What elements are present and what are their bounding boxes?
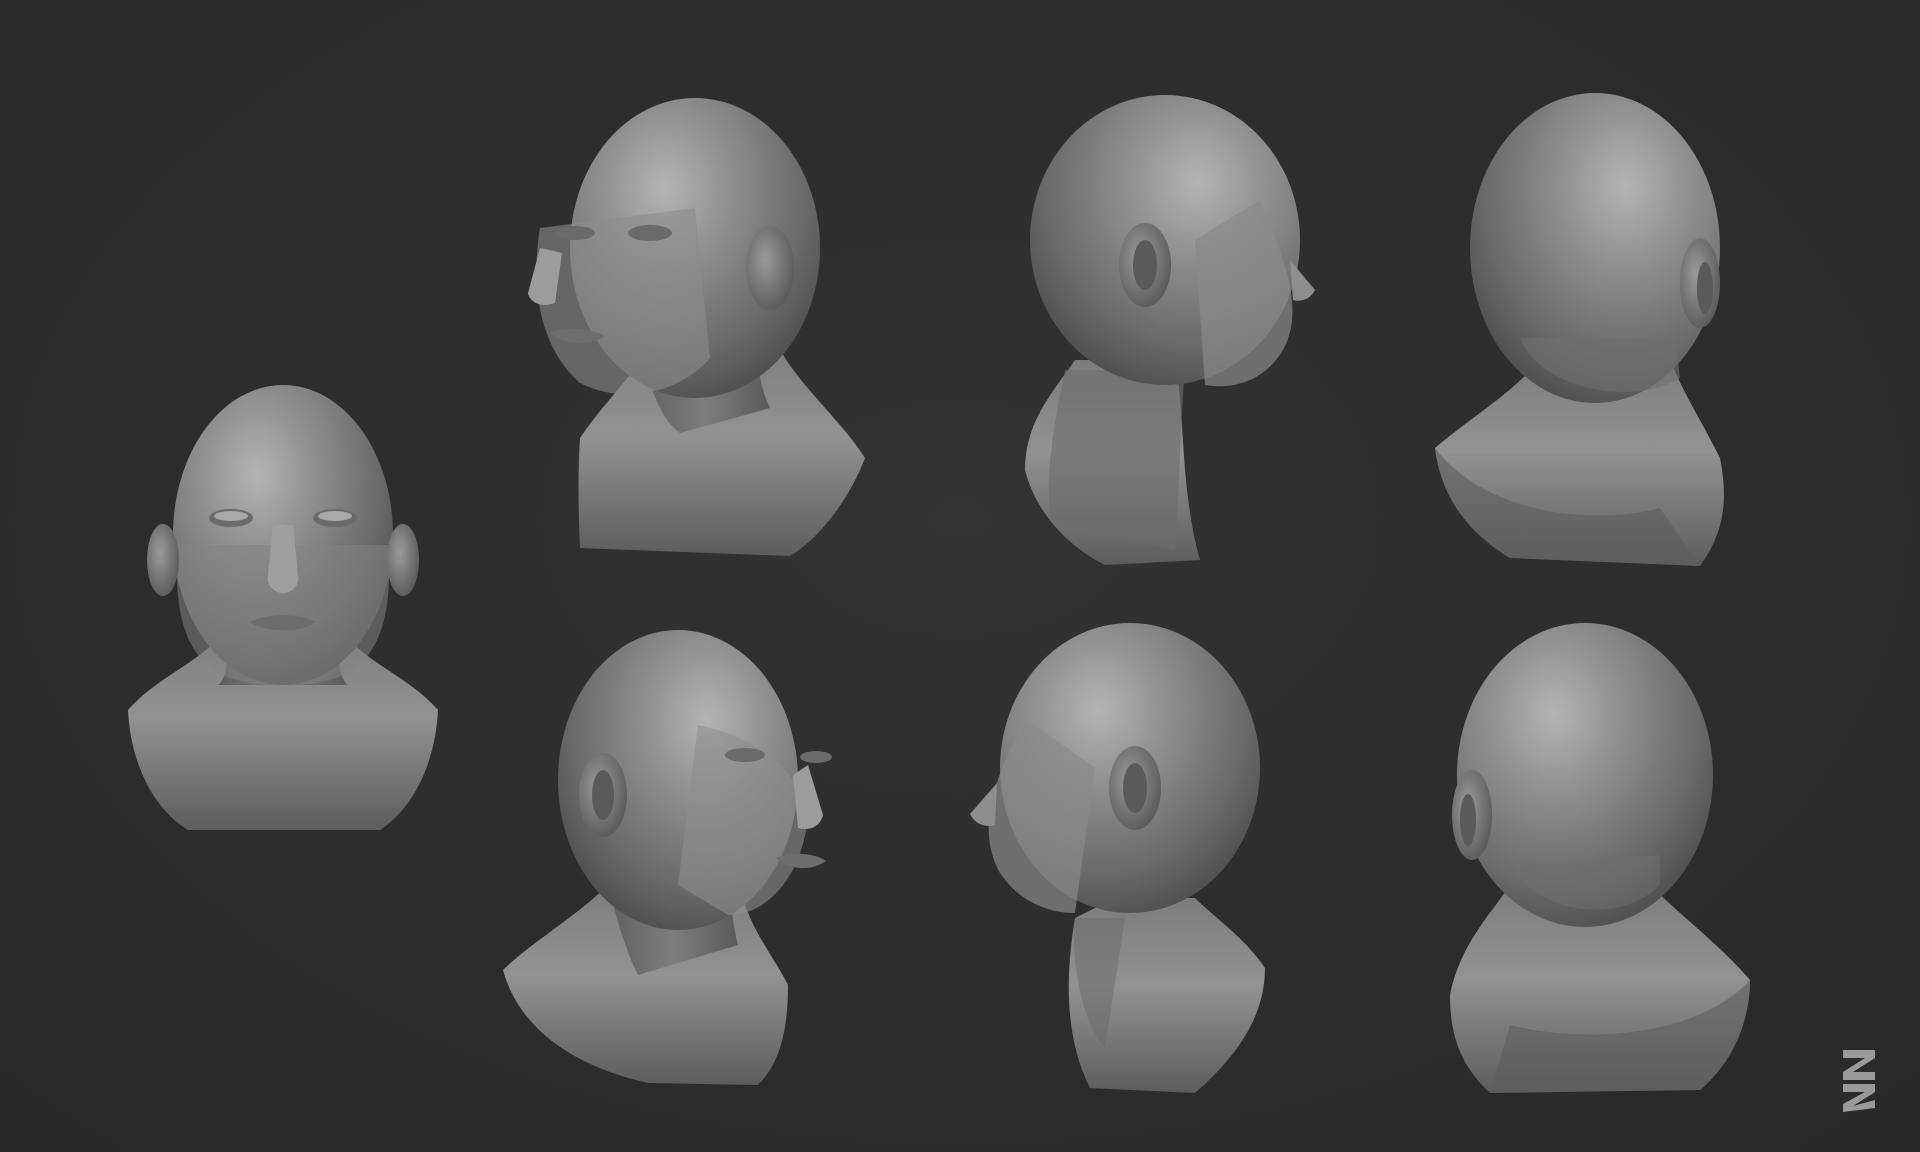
profile-right-back-bust — [1005, 90, 1335, 570]
profile-left-bust — [965, 618, 1285, 1098]
three-quarter-right-bust — [498, 615, 868, 1090]
back-three-quarter-left-bust — [1420, 615, 1760, 1100]
front-view-bust — [118, 375, 448, 840]
render-canvas — [0, 0, 1920, 1152]
three-quarter-left-bust — [520, 88, 880, 563]
back-three-quarter-right-bust — [1430, 88, 1760, 573]
brand-mark-icon — [1839, 1050, 1879, 1112]
